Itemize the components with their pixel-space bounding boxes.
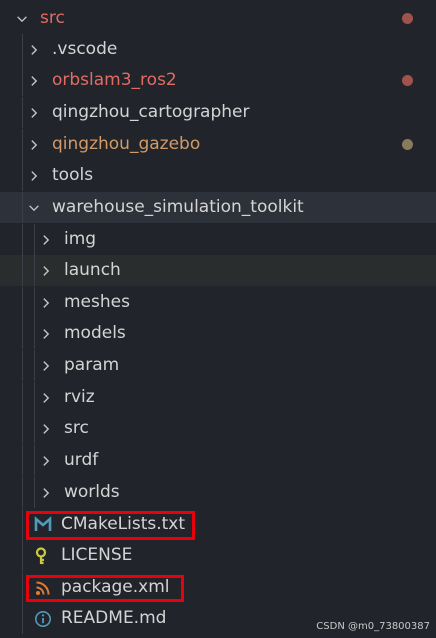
tree-item-qingzhou-cartographer[interactable]: qingzhou_cartographer — [0, 97, 436, 128]
tree-item-src-root[interactable]: src — [0, 3, 436, 34]
tree-item-label: img — [64, 229, 97, 249]
chevron-right-icon — [26, 73, 42, 89]
tree-item-label: models — [64, 323, 126, 343]
chevron-right-icon — [38, 421, 54, 437]
tree-item-label: worlds — [64, 482, 120, 502]
chevron-right-icon — [26, 168, 42, 184]
tree-item-label: urdf — [64, 450, 99, 470]
tree-item-label: rviz — [64, 387, 95, 407]
key-icon — [33, 546, 53, 566]
chevron-down-icon — [26, 200, 42, 216]
modified-dot-icon — [402, 13, 413, 24]
info-icon — [33, 609, 53, 629]
modified-dot-icon — [402, 75, 413, 86]
annotation-box-cmakelists — [26, 511, 195, 540]
chevron-right-icon — [38, 485, 54, 501]
tree-item-label: .vscode — [52, 39, 118, 59]
chevron-right-icon — [38, 326, 54, 342]
tree-item-label: qingzhou_cartographer — [52, 102, 250, 122]
tree-item-label: LICENSE — [61, 545, 133, 565]
tree-item-label: launch — [64, 260, 121, 280]
tree-item-models[interactable]: models — [0, 318, 436, 349]
tree-item-label: meshes — [64, 292, 130, 312]
watermark-text: CSDN @m0_73800387 — [316, 621, 430, 632]
chevron-right-icon — [38, 263, 54, 279]
chevron-right-icon — [38, 232, 54, 248]
tree-item-rviz[interactable]: rviz — [0, 382, 436, 413]
tree-item-param[interactable]: param — [0, 350, 436, 381]
file-explorer-tree: src .vscode orbslam3_ros2 qingzhou_carto… — [0, 0, 436, 638]
tree-item-label: src — [40, 8, 65, 28]
chevron-right-icon — [38, 390, 54, 406]
tree-item-vscode[interactable]: .vscode — [0, 34, 436, 65]
chevron-right-icon — [38, 295, 54, 311]
tree-item-label: README.md — [61, 608, 167, 628]
tree-item-label: warehouse_simulation_toolkit — [52, 197, 304, 217]
tree-item-tools[interactable]: tools — [0, 160, 436, 191]
untracked-dot-icon — [402, 139, 413, 150]
tree-item-worlds[interactable]: worlds — [0, 477, 436, 508]
tree-item-launch[interactable]: launch — [0, 255, 436, 286]
tree-item-urdf[interactable]: urdf — [0, 445, 436, 476]
chevron-right-icon — [26, 137, 42, 153]
tree-item-img[interactable]: img — [0, 224, 436, 255]
tree-item-warehouse-simulation-toolkit[interactable]: warehouse_simulation_toolkit — [0, 192, 436, 223]
chevron-right-icon — [26, 105, 42, 121]
tree-item-label: qingzhou_gazebo — [52, 134, 201, 154]
tree-item-license[interactable]: LICENSE — [0, 540, 436, 571]
chevron-right-icon — [38, 358, 54, 374]
tree-item-label: orbslam3_ros2 — [52, 70, 177, 90]
tree-item-meshes[interactable]: meshes — [0, 287, 436, 318]
tree-item-label: src — [64, 418, 89, 438]
chevron-right-icon — [38, 453, 54, 469]
tree-item-src[interactable]: src — [0, 413, 436, 444]
annotation-box-package-xml — [26, 575, 184, 602]
tree-item-label: tools — [52, 165, 94, 185]
tree-item-qingzhou-gazebo[interactable]: qingzhou_gazebo — [0, 129, 436, 160]
tree-item-orbslam3-ros2[interactable]: orbslam3_ros2 — [0, 65, 436, 96]
tree-item-label: param — [64, 355, 120, 375]
chevron-down-icon — [14, 11, 30, 27]
chevron-right-icon — [26, 42, 42, 58]
